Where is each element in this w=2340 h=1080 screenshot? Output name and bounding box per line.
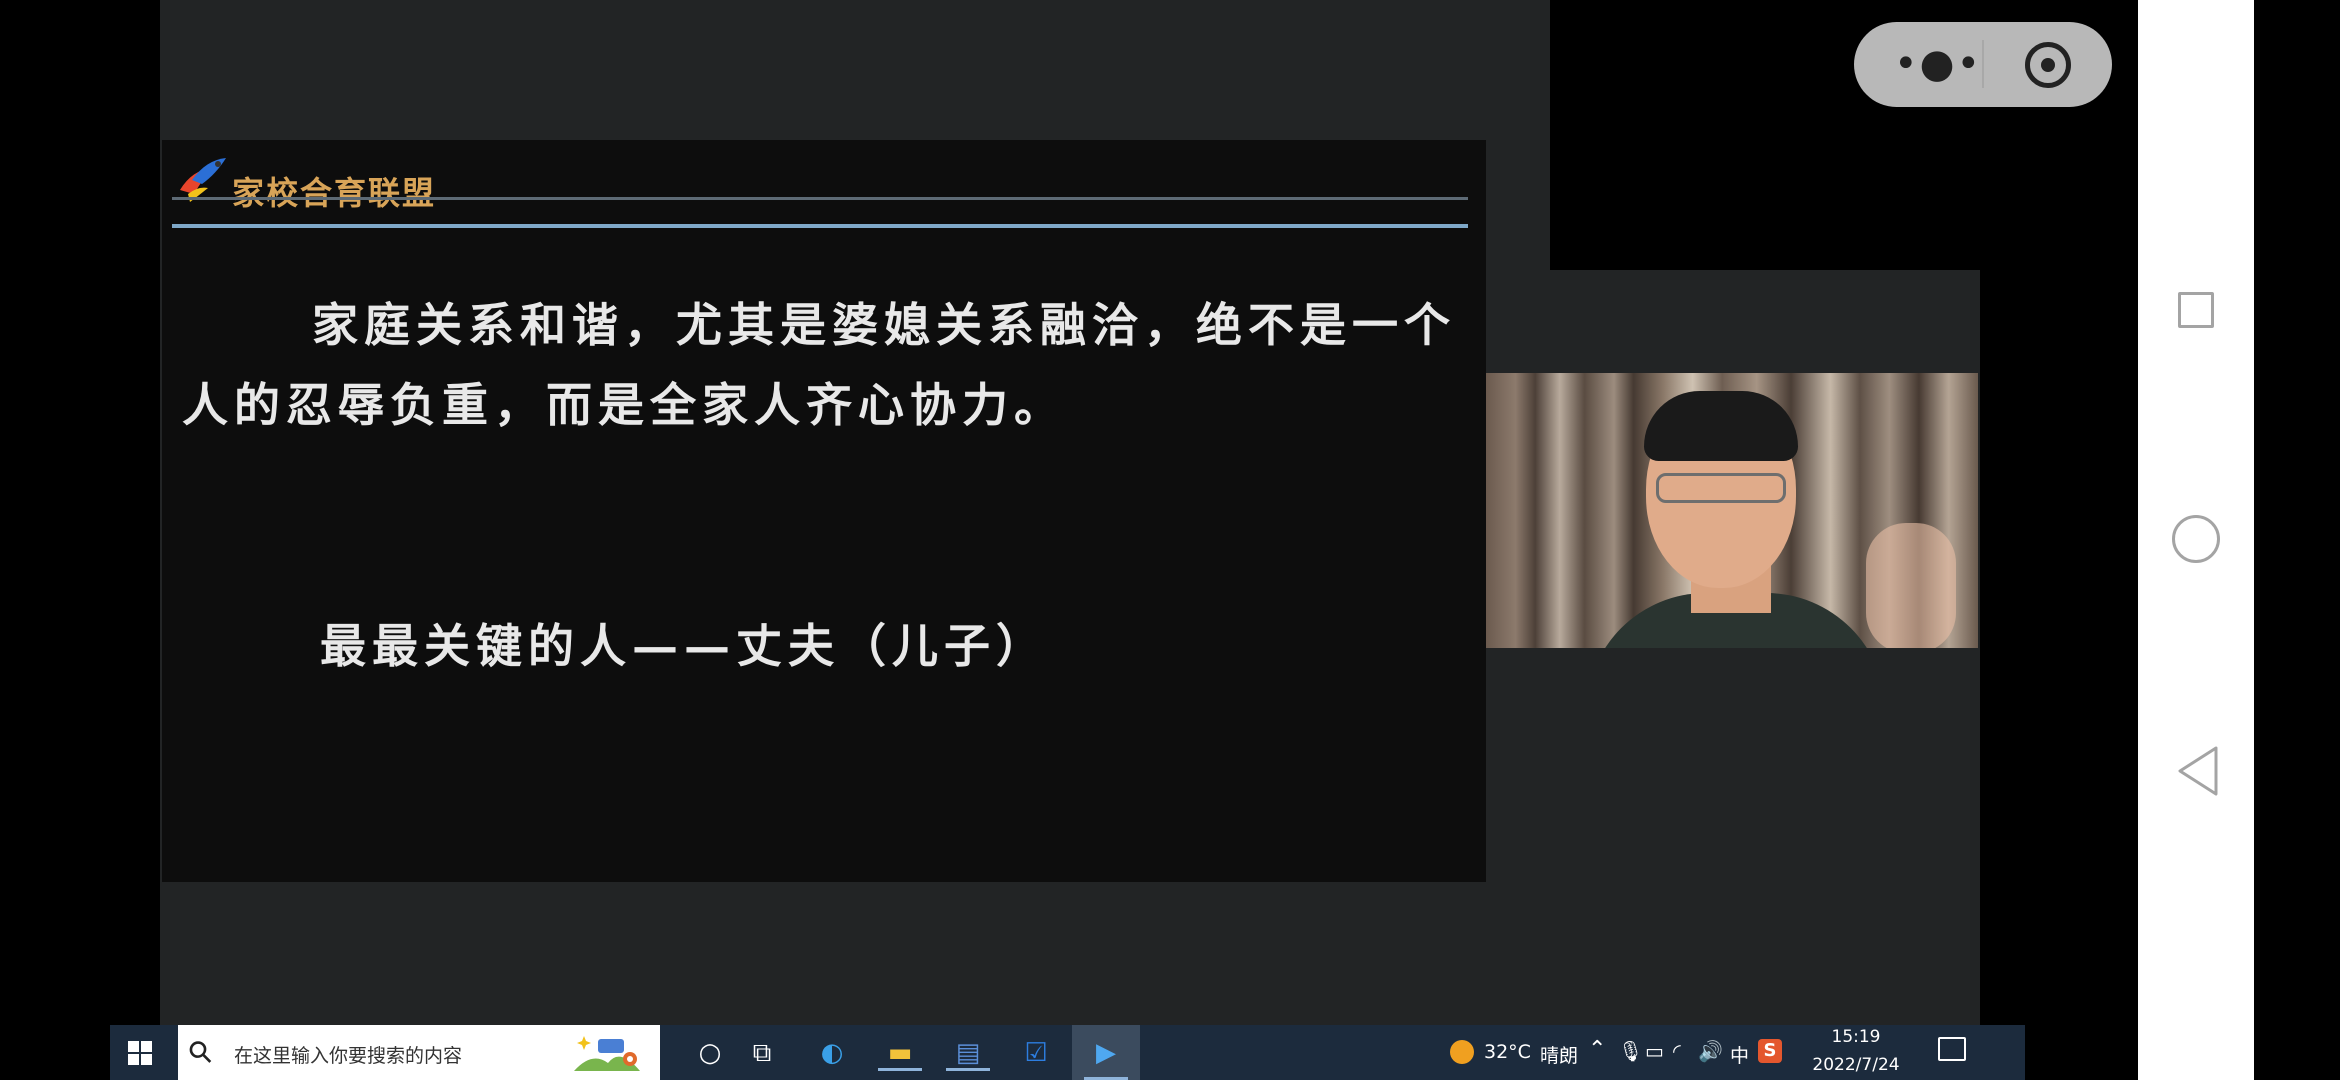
windows-start-icon[interactable] xyxy=(128,1041,152,1065)
network-icon[interactable]: ◜ xyxy=(1673,1039,1681,1063)
microphone-icon[interactable]: 🎙 xyxy=(1618,1039,1643,1063)
windows-taskbar: ⚲ 在这里输入你要搜索的内容 ○ ⧉ ◐ ▬ ▤ ☑ ▶ 32°C 晴朗 ⌃ 🎙… xyxy=(110,1025,2025,1080)
battery-icon[interactable]: ▭ xyxy=(1645,1039,1664,1063)
input-language[interactable]: 中 xyxy=(1730,1041,1749,1068)
presentation-slide: 家校合育联盟 家庭关系和谐，尤其是婆媳关系融洽，绝不是一个人的忍辱负重，而是全家… xyxy=(162,140,1486,882)
back-icon[interactable] xyxy=(2176,745,2220,797)
weather-temperature[interactable]: 32°C xyxy=(1484,1041,1531,1063)
meeting-app-icon: ▶ xyxy=(1096,1038,1116,1068)
speaker-hair xyxy=(1644,391,1798,461)
speaker-hand xyxy=(1866,523,1956,648)
sunny-weather-icon[interactable] xyxy=(1450,1040,1474,1064)
cortana-icon[interactable]: ○ xyxy=(692,1035,728,1071)
system-tray: 32°C 晴朗 ⌃ 🎙 ▭ ◜ 🔊 中 S 15:19 2022/7/24 xyxy=(1440,1025,2025,1080)
active-app-button[interactable]: ▶ xyxy=(1072,1025,1140,1080)
close-dot xyxy=(2041,58,2055,72)
volume-icon[interactable]: 🔊 xyxy=(1698,1039,1723,1063)
speaker-webcam-feed xyxy=(1486,373,1978,648)
more-icon[interactable]: •●• xyxy=(1894,44,1980,84)
edge-browser-icon[interactable]: ◐ xyxy=(814,1035,850,1071)
search-placeholder: 在这里输入你要搜索的内容 xyxy=(234,1045,463,1067)
taskbar-search-box[interactable]: ⚲ 在这里输入你要搜索的内容 xyxy=(178,1025,660,1080)
slide-brand-title: 家校合育联盟 xyxy=(232,174,437,212)
search-highlight-icon xyxy=(574,1036,640,1071)
weather-condition[interactable]: 晴朗 xyxy=(1540,1041,1578,1068)
clock-date[interactable]: 2022/7/24 xyxy=(1800,1055,1912,1075)
chevron-up-icon[interactable]: ⌃ xyxy=(1588,1037,1606,1062)
notification-center-icon[interactable] xyxy=(1938,1037,1966,1061)
speaker-glasses xyxy=(1656,473,1786,503)
slide-header-rule xyxy=(172,197,1468,200)
sogou-ime-icon[interactable]: S xyxy=(1758,1039,1782,1063)
home-icon[interactable] xyxy=(2172,515,2220,563)
android-navigation-bar xyxy=(2138,0,2254,1080)
recent-apps-icon[interactable] xyxy=(2178,292,2214,328)
slide-paragraph: 家庭关系和谐，尤其是婆媳关系融洽，绝不是一个人的忍辱负重，而是全家人齐心协力。 xyxy=(182,298,1456,432)
close-mini-program-icon[interactable] xyxy=(2025,42,2071,88)
checklist-app-icon[interactable]: ☑ xyxy=(1018,1035,1054,1071)
search-icon: ⚲ xyxy=(180,1032,222,1073)
document-app-icon[interactable]: ▤ xyxy=(946,1035,990,1071)
file-explorer-icon[interactable]: ▬ xyxy=(878,1035,922,1071)
clock-time[interactable]: 15:19 xyxy=(1810,1027,1902,1047)
slide-header-rule-accent xyxy=(172,224,1468,228)
capsule-divider xyxy=(1982,40,1984,88)
slide-key-line: 最最关键的人——丈夫（儿子） xyxy=(320,619,1048,673)
mini-program-capsule: •●• xyxy=(1854,22,2112,107)
task-view-icon[interactable]: ⧉ xyxy=(744,1035,780,1071)
